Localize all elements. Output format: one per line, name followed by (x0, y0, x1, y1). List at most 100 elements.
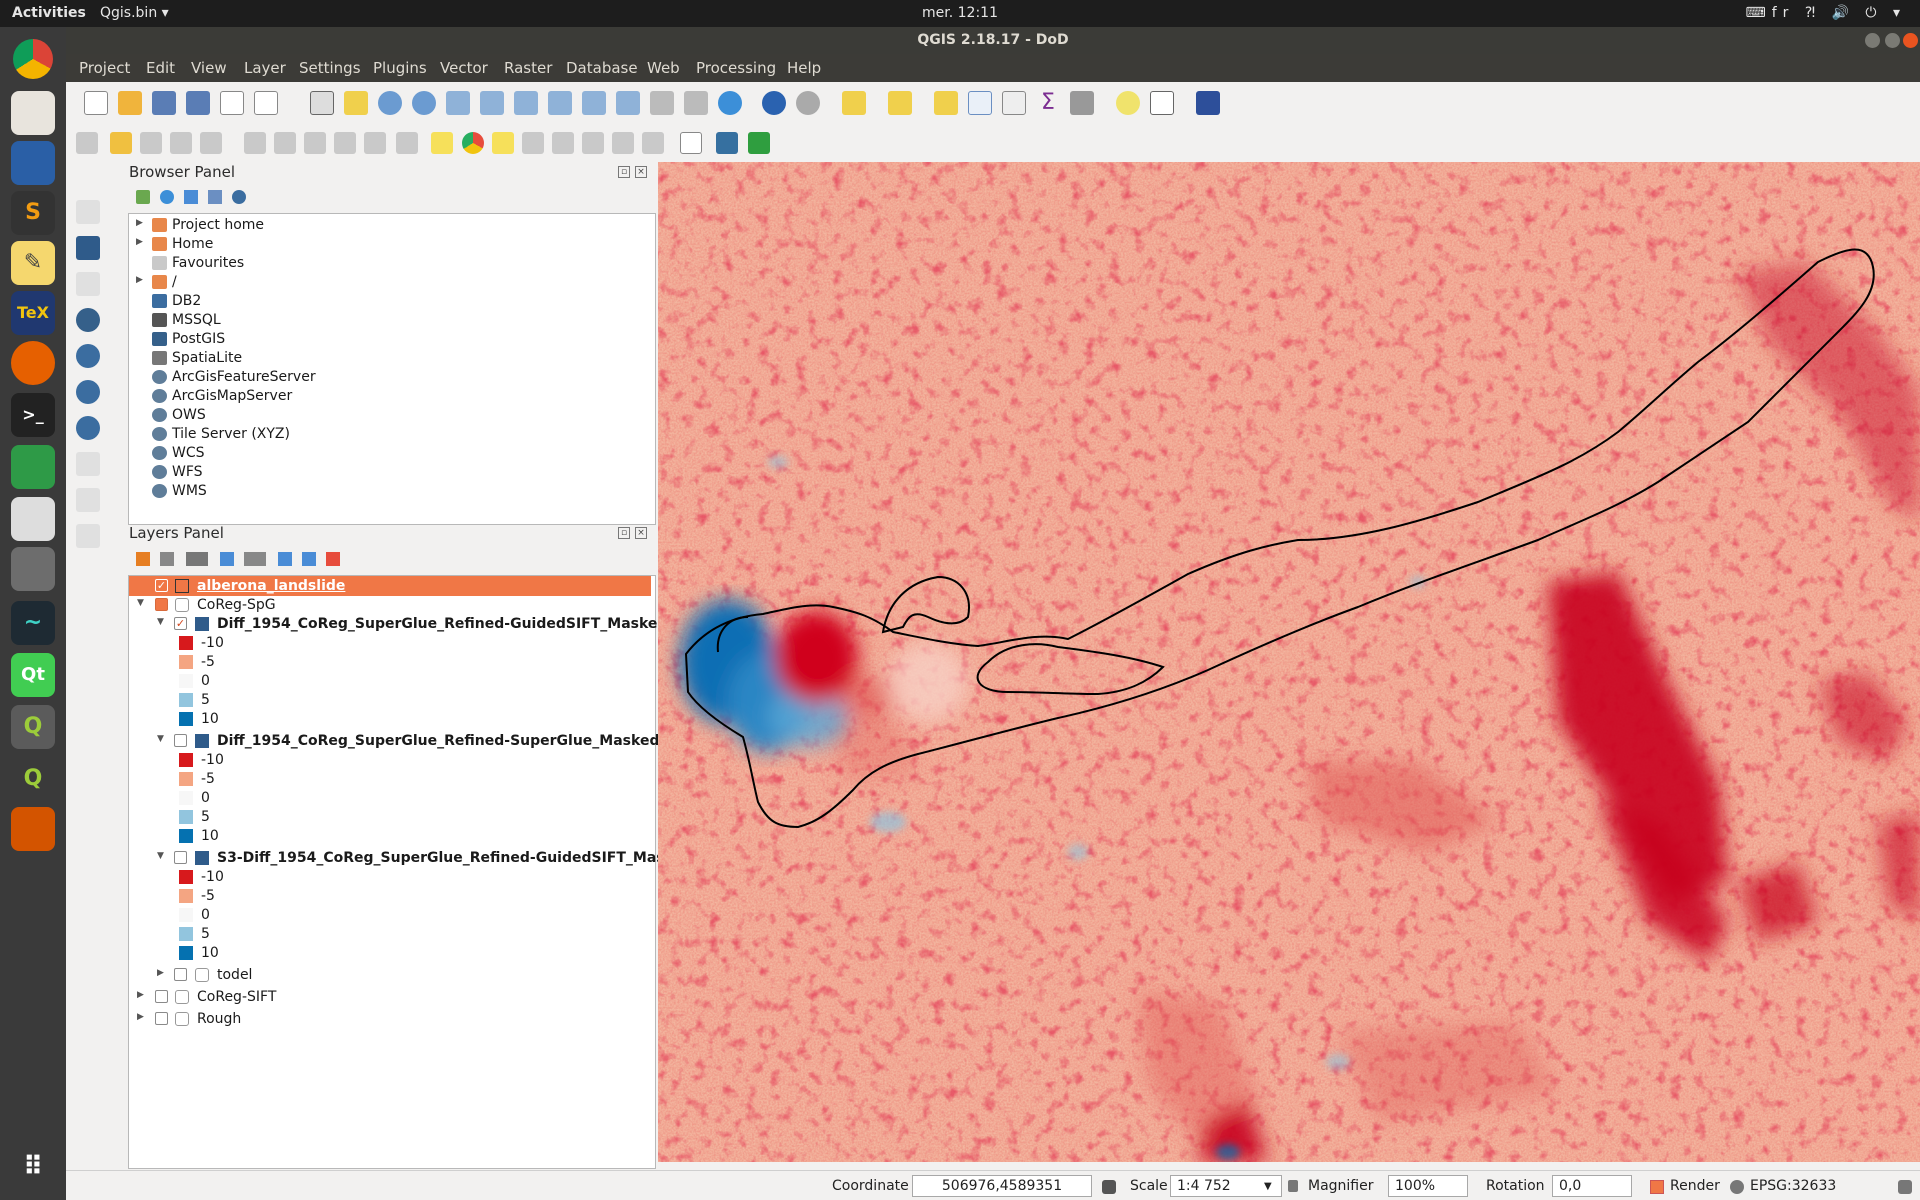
expand-triangle-icon[interactable]: ▶ (136, 275, 143, 285)
help-icon[interactable] (1196, 91, 1220, 115)
zoom-out-icon[interactable] (412, 91, 436, 115)
menu-settings[interactable]: Settings (299, 59, 361, 77)
new-shapefile-icon[interactable] (76, 488, 100, 512)
layer-checkbox[interactable] (174, 734, 187, 747)
save-edits-icon[interactable] (140, 132, 162, 154)
group-checkbox[interactable] (155, 1012, 168, 1025)
identify-icon[interactable] (762, 91, 786, 115)
add-postgis-icon[interactable] (76, 308, 100, 332)
raster-layer-row[interactable]: ▼ ✓ Diff_1954_CoReg_SuperGlue_Refined-Gu… (129, 614, 683, 634)
group-checkbox[interactable] (155, 598, 168, 611)
collapse-triangle-icon[interactable]: ▼ (157, 851, 164, 861)
browser-item[interactable]: MSSQL (129, 311, 649, 330)
texstudio-icon[interactable]: TeX (11, 291, 55, 335)
deselect-icon[interactable] (934, 91, 958, 115)
group-row[interactable]: ▶ Rough (129, 1009, 651, 1029)
menu-view[interactable]: View (191, 59, 227, 77)
field-calculator-icon[interactable] (1002, 91, 1026, 115)
sublime-icon[interactable]: S (11, 191, 55, 235)
composer-manager-icon[interactable] (254, 91, 278, 115)
firefox-icon[interactable] (11, 341, 55, 385)
select-features-icon[interactable] (842, 91, 866, 115)
menu-vector[interactable]: Vector (440, 59, 488, 77)
properties-icon[interactable] (232, 190, 246, 204)
chrome-icon[interactable] (13, 39, 53, 79)
layer-styling-icon[interactable] (136, 552, 150, 566)
layer-checkbox[interactable]: ✓ (174, 617, 187, 630)
remove-layer-icon[interactable] (326, 552, 340, 566)
scale-dropdown-icon[interactable]: ▼ (1264, 1181, 1272, 1192)
add-selected-icon[interactable] (136, 190, 150, 204)
highlight-label-icon[interactable] (492, 132, 514, 154)
panel-float-icon[interactable]: ▫ (618, 166, 630, 178)
browser-item[interactable]: ▶ Home (129, 235, 649, 254)
new-gpx-icon[interactable] (76, 524, 100, 548)
layers-panel-close-icon[interactable]: × (635, 527, 647, 539)
minimize-icon[interactable] (1865, 33, 1880, 48)
menu-processing[interactable]: Processing (696, 59, 776, 77)
expand-triangle-icon[interactable]: ▶ (136, 237, 143, 247)
python-icon[interactable] (716, 132, 738, 154)
map-canvas[interactable] (658, 162, 1920, 1162)
new-print-composer-icon[interactable] (220, 91, 244, 115)
manage-visibility-icon[interactable] (186, 552, 208, 566)
statistics-icon[interactable]: Σ (1036, 91, 1060, 115)
collapse-triangle-icon[interactable]: ▼ (157, 734, 164, 744)
qgis-icon[interactable]: Q (11, 705, 55, 749)
raster-layer-row[interactable]: ▼ S3-Diff_1954_CoReg_SuperGlue_Refined-G… (129, 848, 690, 868)
expand-triangle-icon[interactable]: ▶ (137, 1012, 144, 1022)
collapse-all-icon[interactable] (208, 190, 222, 204)
refresh-browser-icon[interactable] (160, 190, 174, 204)
browser-item[interactable]: SpatiaLite (129, 349, 649, 368)
add-group-icon[interactable] (160, 552, 174, 566)
browser-item[interactable]: ▶ / (129, 273, 649, 292)
pan-to-selection-icon[interactable] (344, 91, 368, 115)
save-project-icon[interactable] (152, 91, 176, 115)
zoom-selection-icon[interactable] (514, 91, 538, 115)
add-delimited-text-icon[interactable] (76, 272, 100, 296)
system-monitor-icon[interactable]: ~ (11, 601, 55, 645)
add-wcs-icon[interactable] (76, 380, 100, 404)
layer-checkbox[interactable] (174, 851, 187, 864)
menu-database[interactable]: Database (566, 59, 638, 77)
filter-expression-icon[interactable] (244, 552, 266, 566)
coordinate-field[interactable]: 506976,4589351 (912, 1175, 1092, 1197)
move-label-icon[interactable] (582, 132, 604, 154)
calc-icon[interactable] (11, 445, 55, 489)
show-apps-icon[interactable]: ⠿ (11, 1145, 55, 1189)
clipboard-icon[interactable] (396, 132, 418, 154)
show-hide-labels-icon[interactable] (552, 132, 574, 154)
cut-features-icon[interactable] (304, 132, 326, 154)
pan-icon[interactable] (310, 91, 334, 115)
expand-triangle-icon[interactable]: ▶ (157, 968, 164, 978)
toggle-extents-icon[interactable] (1102, 1180, 1116, 1194)
zoom-in-icon[interactable] (378, 91, 402, 115)
crs-label[interactable]: EPSG:32633 (1750, 1178, 1836, 1194)
group-checkbox[interactable] (155, 990, 168, 1003)
map-tips-icon[interactable] (1116, 91, 1140, 115)
group-row[interactable]: ▶ CoReg-SIFT (129, 987, 651, 1007)
add-wfs-icon[interactable] (76, 416, 100, 440)
close-icon[interactable] (1903, 33, 1918, 48)
browser-item[interactable]: OWS (129, 406, 649, 425)
maximize-icon[interactable] (1885, 33, 1900, 48)
render-checkbox[interactable] (1650, 1180, 1664, 1194)
text-annotation-icon[interactable] (1150, 91, 1174, 115)
open-project-icon[interactable] (118, 91, 142, 115)
rotate-label-icon[interactable] (612, 132, 634, 154)
qt-creator-icon[interactable]: Qt (11, 653, 55, 697)
filter-legend-icon[interactable] (220, 552, 234, 566)
group-checkbox[interactable] (174, 968, 187, 981)
save-as-icon[interactable] (186, 91, 210, 115)
edit-pencil-icon[interactable] (76, 132, 98, 154)
browser-item[interactable]: WFS (129, 463, 649, 482)
impress-icon[interactable] (11, 807, 55, 851)
terminal-icon[interactable]: >_ (11, 393, 55, 437)
attribute-table-icon[interactable] (968, 91, 992, 115)
browser-item[interactable]: Tile Server (XYZ) (129, 425, 649, 444)
collapse-all-layers-icon[interactable] (302, 552, 316, 566)
zoom-actual-icon[interactable] (446, 91, 470, 115)
group-row[interactable]: ▼ CoReg-SpG (129, 595, 651, 615)
lock-icon[interactable] (1288, 1180, 1298, 1192)
magnifier-field[interactable]: 100% (1388, 1175, 1468, 1197)
